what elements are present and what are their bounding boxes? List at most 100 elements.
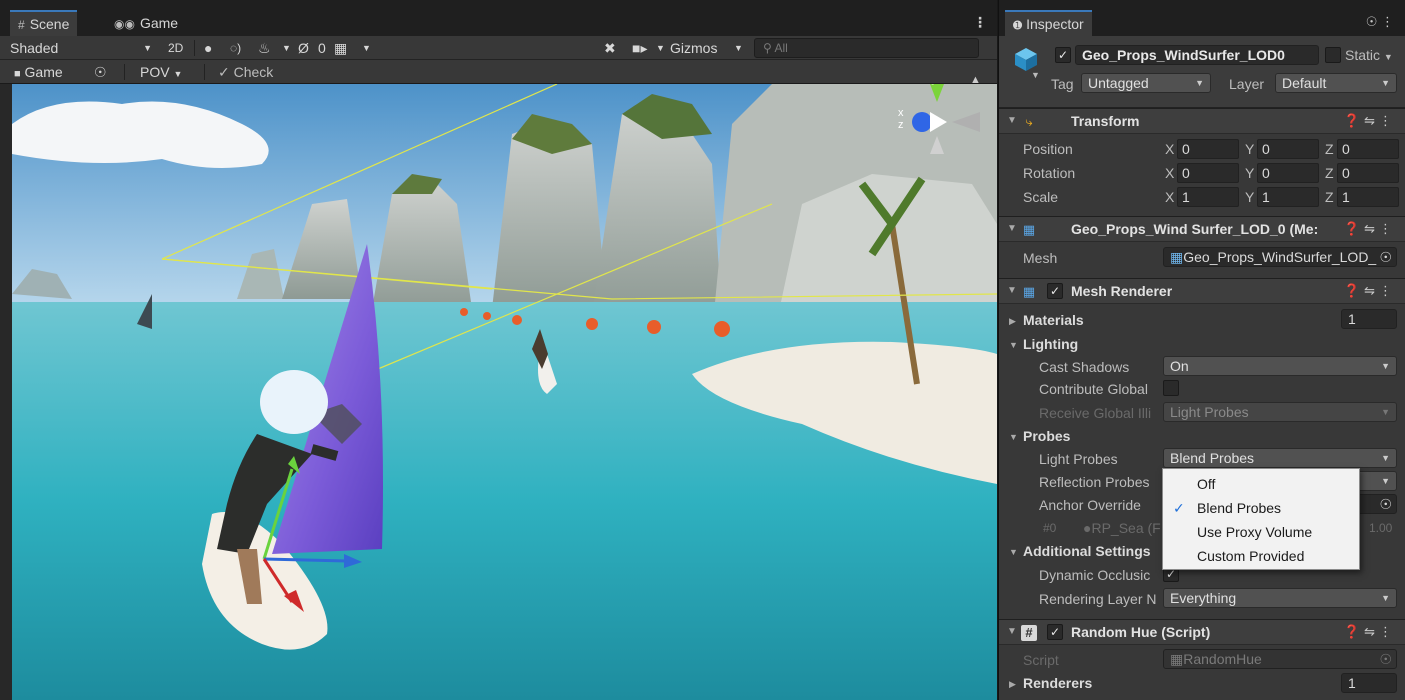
object-picker-icon[interactable]: ☉ (1379, 495, 1392, 513)
script-enabled-checkbox[interactable]: ✓ (1047, 624, 1063, 640)
component-actions-icon[interactable]: ❓⇋⋮ (1344, 221, 1396, 237)
axis-z: Z (1325, 141, 1334, 157)
contribute-gi-label: Contribute Global (1039, 381, 1148, 397)
scale-z-field[interactable]: 1 (1337, 187, 1399, 207)
materials-label[interactable]: Materials (1023, 312, 1084, 328)
menu-item-use-proxy-volume[interactable]: Use Proxy Volume (1163, 520, 1359, 544)
scene-render: y x z (12, 84, 997, 700)
renderers-count-field[interactable]: 1 (1341, 673, 1397, 693)
rendering-layer-dropdown[interactable]: Everything ▼ (1163, 588, 1397, 608)
chevron-down-icon: ▼ (734, 43, 743, 53)
hidden-objects-icon[interactable]: Ø (298, 36, 309, 60)
axis-y: Y (1245, 165, 1255, 181)
scene-tabbar: # Scene ◉◉ Game ⋮ (0, 0, 997, 36)
probes-label[interactable]: Probes (1023, 428, 1070, 444)
light-probes-popup-menu: Off ✓ Blend Probes Use Proxy Volume Cust… (1162, 468, 1360, 570)
active-checkbox[interactable]: ✓ (1055, 47, 1071, 63)
light-probes-dropdown[interactable]: Blend Probes ▼ (1163, 448, 1397, 468)
random-hue-header[interactable]: ▼ # ✓ Random Hue (Script) ❓⇋⋮ (999, 619, 1405, 645)
camera-dropdown-icon[interactable]: ▼ (656, 36, 665, 60)
menu-item-off[interactable]: Off (1163, 472, 1359, 496)
game-camera-button[interactable]: ■ Game (14, 60, 63, 84)
menu-item-blend-probes[interactable]: ✓ Blend Probes (1163, 496, 1359, 520)
chevron-down-icon: ▼ (1383, 52, 1393, 62)
axis-y: Y (1245, 189, 1255, 205)
scale-label: Scale (1023, 189, 1059, 205)
effects-toggle-icon[interactable]: ♨ (258, 36, 271, 60)
rotation-y-field[interactable]: 0 (1257, 163, 1319, 183)
scale-x-field[interactable]: 1 (1177, 187, 1239, 207)
renderers-label[interactable]: Renderers (1023, 675, 1092, 691)
inspector-lock-icon[interactable]: ☉ ⋮ (1366, 14, 1394, 30)
scene-panel: # Scene ◉◉ Game ⋮ Shaded ▼ 2D ● ◌) ♨ ▼ Ø 0… (0, 0, 997, 700)
tab-scene[interactable]: # Scene (10, 10, 78, 36)
transform-header[interactable]: ▼ ⤷ Transform ❓⇋⋮ (999, 108, 1405, 134)
axis-x: X (1165, 189, 1175, 205)
fold-right-icon[interactable]: ▶ (1009, 316, 1016, 327)
pov-dropdown[interactable]: POV ▼ (140, 60, 182, 84)
mesh-filter-header[interactable]: ▼ ▦ Geo_Props_Wind Surfer_LOD_0 (Me: ❓⇋⋮ (999, 216, 1405, 242)
scale-y-field[interactable]: 1 (1257, 187, 1319, 207)
axis-z-label: z (898, 119, 904, 131)
scene-search-input[interactable]: ⚲ All (754, 38, 979, 58)
audio-toggle-icon[interactable]: ◌) (230, 36, 241, 60)
scene-toolbar: Shaded ▼ 2D ● ◌) ♨ ▼ Ø 0 ▦ ▼ ✖ ■▸ ▼ Gizm… (0, 36, 997, 60)
static-label[interactable]: Static ▼ (1345, 47, 1393, 63)
check-button[interactable]: ✓ Check (218, 60, 273, 84)
2d-toggle[interactable]: 2D (168, 36, 183, 60)
effects-dropdown-icon[interactable]: ▼ (282, 36, 291, 60)
chevron-down-icon: ▼ (1381, 407, 1390, 417)
cast-shadows-dropdown[interactable]: On ▼ (1163, 356, 1397, 376)
gizmo-lock-icon[interactable]: ▲ (970, 74, 981, 86)
fold-right-icon[interactable]: ▶ (1009, 679, 1016, 690)
menu-item-custom-provided[interactable]: Custom Provided (1163, 544, 1359, 568)
lighting-toggle-icon[interactable]: ● (204, 36, 212, 60)
layer-label: Layer (1229, 76, 1265, 92)
rotation-z-field[interactable]: 0 (1337, 163, 1399, 183)
tools-icon[interactable]: ✖ (604, 36, 616, 60)
component-actions-icon[interactable]: ❓⇋⋮ (1344, 624, 1396, 640)
grid-toggle-icon[interactable]: ▦ (334, 36, 347, 60)
shading-mode-dropdown[interactable]: Shaded ▼ (10, 36, 158, 60)
axis-x: X (1165, 165, 1175, 181)
contribute-gi-checkbox[interactable] (1163, 380, 1179, 396)
anchor-override-label: Anchor Override (1039, 497, 1141, 513)
chevron-down-icon: ▼ (1381, 453, 1390, 463)
camera-icon[interactable]: ■▸ (632, 36, 647, 60)
mesh-renderer-header[interactable]: ▼ ▦ ✓ Mesh Renderer ❓⇋⋮ (999, 278, 1405, 304)
tab-game[interactable]: ◉◉ Game (106, 10, 186, 36)
hidden-count: 0 (318, 40, 326, 56)
lock-icon[interactable]: ☉ (94, 60, 107, 84)
layer-dropdown[interactable]: Default ▼ (1275, 73, 1397, 93)
component-actions-icon[interactable]: ❓⇋⋮ (1344, 283, 1396, 299)
grid-dropdown-icon[interactable]: ▼ (362, 36, 371, 60)
scene-menu-icon[interactable]: ⋮ (973, 14, 987, 31)
chevron-down-icon: ▼ (1381, 476, 1390, 486)
mesh-field[interactable]: ▦Geo_Props_WindSurfer_LOD_ ☉ (1163, 247, 1397, 267)
position-x-field[interactable]: 0 (1177, 139, 1239, 159)
lighting-label[interactable]: Lighting (1023, 336, 1078, 352)
gizmos-dropdown[interactable]: Gizmos ▼ (670, 36, 750, 60)
fold-icon[interactable]: ▼ (1009, 547, 1018, 557)
position-label: Position (1023, 141, 1073, 157)
chevron-down-icon: ▼ (1381, 593, 1390, 603)
mesh-label: Mesh (1023, 250, 1058, 266)
tab-inspector[interactable]: ➊ Inspector (1005, 10, 1092, 36)
fold-icon[interactable]: ▼ (1009, 340, 1018, 350)
scene-viewport[interactable]: y x z (12, 84, 997, 700)
position-z-field[interactable]: 0 (1337, 139, 1399, 159)
mesh-renderer-enabled-checkbox[interactable]: ✓ (1047, 283, 1063, 299)
rotation-x-field[interactable]: 0 (1177, 163, 1239, 183)
component-actions-icon[interactable]: ❓⇋⋮ (1344, 113, 1396, 129)
additional-settings-label[interactable]: Additional Settings (1023, 543, 1151, 559)
fold-icon: ▼ (1007, 223, 1017, 234)
position-y-field[interactable]: 0 (1257, 139, 1319, 159)
static-checkbox[interactable] (1325, 47, 1341, 63)
materials-count-field[interactable]: 1 (1341, 309, 1397, 329)
chevron-down-icon: ▼ (143, 43, 152, 53)
object-picker-icon[interactable]: ☉ (1379, 248, 1392, 266)
icon-dropdown-icon[interactable]: ▼ (1031, 70, 1040, 80)
object-name-field[interactable]: Geo_Props_WindSurfer_LOD0 (1075, 45, 1319, 65)
fold-icon[interactable]: ▼ (1009, 432, 1018, 442)
tag-dropdown[interactable]: Untagged ▼ (1081, 73, 1211, 93)
